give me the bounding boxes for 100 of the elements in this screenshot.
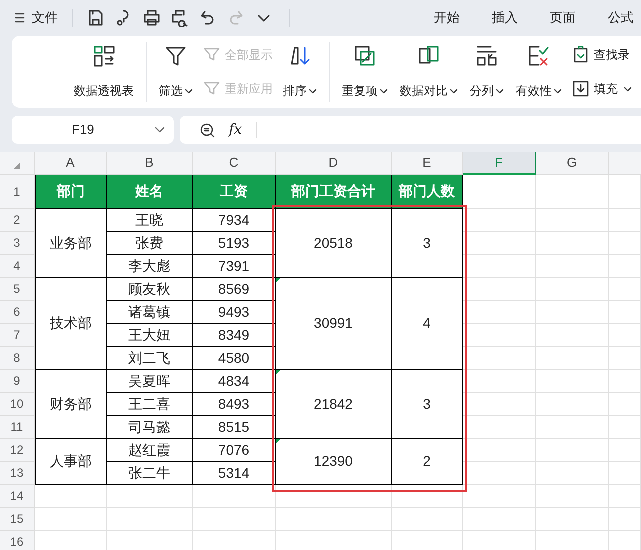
row-header[interactable]: 5 bbox=[0, 278, 35, 301]
row-header[interactable]: 8 bbox=[0, 347, 35, 370]
empty-cell[interactable] bbox=[463, 439, 536, 462]
row-header[interactable]: 1 bbox=[0, 175, 35, 209]
save-icon[interactable] bbox=[87, 9, 105, 27]
empty-cell[interactable] bbox=[609, 439, 641, 462]
empty-cell[interactable] bbox=[536, 370, 609, 393]
ribbon-button[interactable]: 查找录 bbox=[572, 46, 632, 64]
menu-tab[interactable]: 公式 bbox=[605, 8, 637, 28]
empty-cell[interactable] bbox=[463, 347, 536, 370]
empty-cell[interactable] bbox=[536, 508, 609, 531]
empty-cell[interactable] bbox=[536, 232, 609, 255]
empty-cell[interactable] bbox=[463, 232, 536, 255]
ribbon-button[interactable]: 排序 bbox=[281, 42, 319, 102]
empty-cell[interactable] bbox=[609, 393, 641, 416]
empty-cell[interactable] bbox=[463, 508, 536, 531]
empty-cell[interactable] bbox=[609, 301, 641, 324]
empty-cell[interactable] bbox=[609, 462, 641, 485]
column-header[interactable]: E bbox=[392, 152, 463, 175]
insert-function-button[interactable]: fx bbox=[229, 120, 242, 140]
empty-cell[interactable] bbox=[463, 255, 536, 278]
row-header[interactable]: 9 bbox=[0, 370, 35, 393]
empty-cell[interactable] bbox=[276, 485, 392, 508]
empty-cell[interactable] bbox=[463, 462, 536, 485]
ribbon-button[interactable]: 重复项 bbox=[340, 42, 390, 102]
empty-cell[interactable] bbox=[193, 508, 276, 531]
empty-cell[interactable] bbox=[536, 175, 609, 209]
empty-cell[interactable] bbox=[536, 209, 609, 232]
ribbon-button[interactable]: 筛选 bbox=[157, 42, 195, 102]
ribbon-button[interactable]: 数据对比 bbox=[398, 42, 460, 102]
empty-cell[interactable] bbox=[536, 324, 609, 347]
zoom-icon[interactable] bbox=[200, 122, 215, 138]
table-cell: 2 bbox=[392, 439, 463, 485]
column-header[interactable]: D bbox=[276, 152, 392, 175]
row-header[interactable]: 14 bbox=[0, 485, 35, 508]
ribbon-button[interactable]: 数据透视表 bbox=[72, 42, 136, 102]
empty-cell[interactable] bbox=[536, 301, 609, 324]
row-header[interactable]: 10 bbox=[0, 393, 35, 416]
empty-cell[interactable] bbox=[463, 324, 536, 347]
empty-cell[interactable] bbox=[609, 232, 641, 255]
empty-cell[interactable] bbox=[609, 209, 641, 232]
print-preview-icon[interactable] bbox=[171, 9, 189, 27]
column-header[interactable] bbox=[609, 152, 641, 175]
row-header[interactable]: 4 bbox=[0, 255, 35, 278]
validation-icon bbox=[527, 44, 551, 68]
empty-cell[interactable] bbox=[193, 485, 276, 508]
empty-cell[interactable] bbox=[463, 209, 536, 232]
column-header[interactable]: A bbox=[35, 152, 107, 175]
empty-cell[interactable] bbox=[463, 278, 536, 301]
menu-icon[interactable] bbox=[14, 11, 26, 25]
empty-cell[interactable] bbox=[536, 393, 609, 416]
ribbon-button[interactable]: 分列 bbox=[468, 42, 506, 102]
column-header[interactable]: C bbox=[193, 152, 276, 175]
empty-cell[interactable] bbox=[609, 255, 641, 278]
empty-cell[interactable] bbox=[463, 370, 536, 393]
empty-cell[interactable] bbox=[536, 255, 609, 278]
ribbon-button[interactable]: 有效性 bbox=[514, 42, 564, 102]
name-box[interactable]: F19 bbox=[12, 116, 174, 144]
file-menu[interactable]: 文件 bbox=[32, 8, 58, 28]
row-header[interactable]: 3 bbox=[0, 232, 35, 255]
ribbon-button[interactable]: 填充 bbox=[572, 80, 632, 98]
empty-cell[interactable] bbox=[536, 347, 609, 370]
empty-cell[interactable] bbox=[463, 393, 536, 416]
empty-cell[interactable] bbox=[536, 462, 609, 485]
empty-cell[interactable] bbox=[276, 508, 392, 531]
empty-cell[interactable] bbox=[536, 439, 609, 462]
row-header[interactable]: 7 bbox=[0, 324, 35, 347]
empty-cell[interactable] bbox=[463, 416, 536, 439]
menu-tab[interactable]: 页面 bbox=[547, 8, 579, 28]
row-header[interactable]: 2 bbox=[0, 209, 35, 232]
row-header[interactable]: 12 bbox=[0, 439, 35, 462]
select-all-icon[interactable] bbox=[13, 162, 21, 170]
empty-cell[interactable] bbox=[107, 508, 193, 531]
row-header[interactable]: 11 bbox=[0, 416, 35, 439]
empty-cell[interactable] bbox=[609, 416, 641, 439]
table-cell: 7934 bbox=[193, 209, 276, 232]
table-cell: 3 bbox=[392, 370, 463, 439]
empty-cell[interactable] bbox=[107, 485, 193, 508]
row-header[interactable]: 16 bbox=[0, 531, 35, 550]
empty-cell[interactable] bbox=[536, 485, 609, 508]
column-header[interactable]: B bbox=[107, 152, 193, 175]
empty-cell[interactable] bbox=[609, 508, 641, 531]
empty-cell[interactable] bbox=[609, 324, 641, 347]
menu-tab[interactable]: 开始 bbox=[431, 8, 463, 28]
menu-tab[interactable]: 插入 bbox=[489, 8, 521, 28]
empty-cell[interactable] bbox=[392, 485, 463, 508]
empty-cell[interactable] bbox=[536, 278, 609, 301]
empty-cell[interactable] bbox=[609, 278, 641, 301]
empty-cell[interactable] bbox=[609, 347, 641, 370]
empty-cell[interactable] bbox=[463, 485, 536, 508]
column-header[interactable]: G bbox=[536, 152, 609, 175]
row-header[interactable]: 6 bbox=[0, 301, 35, 324]
empty-cell[interactable] bbox=[392, 508, 463, 531]
row-header[interactable]: 15 bbox=[0, 508, 35, 531]
empty-cell[interactable] bbox=[609, 370, 641, 393]
printer-icon[interactable] bbox=[143, 9, 161, 27]
empty-cell[interactable] bbox=[609, 485, 641, 508]
row-header[interactable]: 13 bbox=[0, 462, 35, 485]
empty-cell[interactable] bbox=[463, 301, 536, 324]
empty-cell[interactable] bbox=[536, 416, 609, 439]
